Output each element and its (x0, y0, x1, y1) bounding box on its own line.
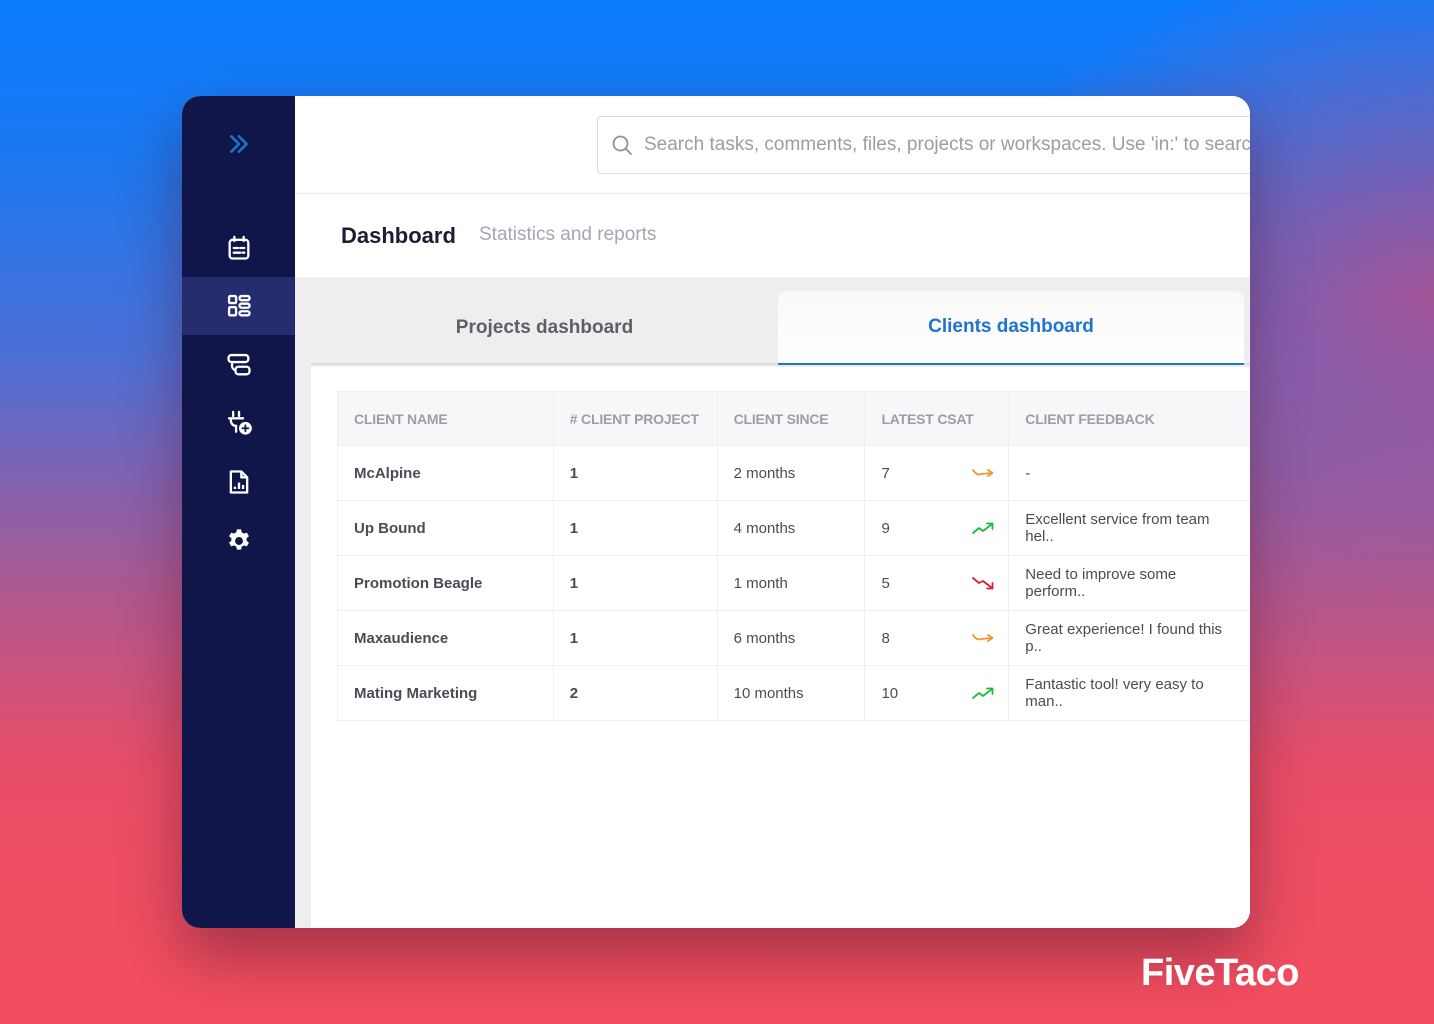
sidebar-item-reports[interactable] (182, 453, 295, 511)
client-name-cell[interactable]: Maxaudience (337, 610, 554, 666)
tab-projects-dashboard[interactable]: Projects dashboard (311, 291, 778, 365)
clients-panel: CLIENT NAME # CLIENT PROJECT CLIENT SINC… (311, 367, 1250, 928)
sidebar-item-integrations[interactable] (182, 394, 295, 452)
sidebar-item-dashboard[interactable] (182, 277, 295, 335)
table-row[interactable]: McAlpine 1 2 months 7 - (337, 445, 1250, 501)
client-since-cell: 10 months (716, 665, 866, 721)
client-project-count-link[interactable]: 2 (552, 665, 718, 721)
brand-logo: FiveTaco (1141, 952, 1299, 994)
app-window: Dashboard Statistics and reports Project… (182, 96, 1250, 928)
client-feedback-cell[interactable]: - (1008, 445, 1250, 501)
client-since-cell: 6 months (716, 610, 866, 666)
column-header-client-feedback[interactable]: CLIENT FEEDBACK (1008, 391, 1250, 446)
client-name-cell[interactable]: McAlpine (337, 445, 554, 501)
latest-csat-cell: 8 (864, 610, 1010, 666)
client-name-cell[interactable]: Up Bound (337, 500, 554, 556)
trend-up-icon (972, 522, 994, 534)
csat-value: 10 (881, 684, 899, 702)
workflow-icon (226, 353, 251, 376)
client-project-count-link[interactable]: 1 (552, 610, 718, 666)
trend-up-icon (972, 687, 994, 699)
client-project-count-link[interactable]: 1 (552, 445, 718, 501)
client-project-count-link[interactable]: 1 (552, 500, 718, 556)
csat-value: 7 (881, 464, 890, 482)
dashboard-grid-icon (227, 294, 251, 317)
latest-csat-cell: 9 (864, 500, 1010, 556)
page-subtitle: Statistics and reports (479, 224, 657, 245)
main-area: Dashboard Statistics and reports Project… (295, 96, 1250, 928)
client-feedback-cell[interactable]: Fantastic tool! very easy to man.. (1008, 665, 1250, 721)
client-since-cell: 1 month (716, 555, 866, 611)
table-row[interactable]: Mating Marketing 2 10 months 10 Fantastic to… (337, 665, 1250, 721)
client-feedback-cell[interactable]: Great experience! I found this p.. (1008, 610, 1250, 666)
table-row[interactable]: Up Bound 1 4 months 9 Excellent service from… (337, 500, 1250, 556)
trend-flat-icon (972, 634, 994, 642)
column-header-client-since[interactable]: CLIENT SINCE (716, 391, 866, 446)
clients-table: CLIENT NAME # CLIENT PROJECT CLIENT SINC… (337, 391, 1250, 721)
search-icon (612, 135, 632, 155)
sidebar-toggle-button[interactable] (182, 126, 295, 162)
latest-csat-cell: 7 (864, 445, 1010, 501)
plug-add-icon (227, 410, 252, 435)
client-since-cell: 4 months (716, 500, 866, 556)
csat-value: 8 (881, 629, 890, 647)
sidebar-item-settings[interactable] (182, 512, 295, 570)
csat-value: 5 (881, 574, 890, 592)
search-input[interactable] (644, 134, 1250, 156)
column-header-client-name[interactable]: CLIENT NAME (337, 391, 554, 446)
table-row[interactable]: Maxaudience 1 6 months 8 Great experience! I… (337, 610, 1250, 666)
double-chevron-right-icon (229, 135, 248, 153)
table-header-row: CLIENT NAME # CLIENT PROJECT CLIENT SINC… (337, 391, 1250, 446)
sidebar-item-workflows[interactable] (182, 336, 295, 394)
latest-csat-cell: 5 (864, 555, 1010, 611)
client-feedback-cell[interactable]: Excellent service from team hel.. (1008, 500, 1250, 556)
tab-clients-dashboard[interactable]: Clients dashboard (778, 291, 1244, 365)
page-title: Dashboard (341, 223, 456, 248)
sidebar-item-calendar[interactable] (182, 219, 295, 277)
sidebar (182, 96, 295, 928)
latest-csat-cell: 10 (864, 665, 1010, 721)
dashboard-tabs: Projects dashboard Clients dashboard (311, 291, 1250, 365)
table-row[interactable]: Promotion Beagle 1 1 month 5 Need to improve… (337, 555, 1250, 611)
trend-down-icon (972, 577, 994, 590)
report-file-icon (229, 470, 248, 494)
top-bar (295, 96, 1250, 194)
client-name-cell[interactable]: Promotion Beagle (337, 555, 554, 611)
client-name-cell[interactable]: Mating Marketing (337, 665, 554, 721)
trend-flat-icon (972, 469, 994, 477)
column-header-client-project[interactable]: # CLIENT PROJECT (552, 391, 718, 446)
calendar-icon (228, 235, 249, 260)
search-box[interactable] (597, 116, 1250, 174)
page-header: Dashboard Statistics and reports (295, 195, 1250, 277)
client-since-cell: 2 months (716, 445, 866, 501)
client-project-count-link[interactable]: 1 (552, 555, 718, 611)
dashboard-content: Projects dashboard Clients dashboard CLI… (295, 277, 1250, 928)
gear-icon (228, 529, 249, 550)
csat-value: 9 (881, 519, 890, 537)
client-feedback-cell[interactable]: Need to improve some perform.. (1008, 555, 1250, 611)
column-header-latest-csat[interactable]: LATEST CSAT (864, 391, 1010, 446)
